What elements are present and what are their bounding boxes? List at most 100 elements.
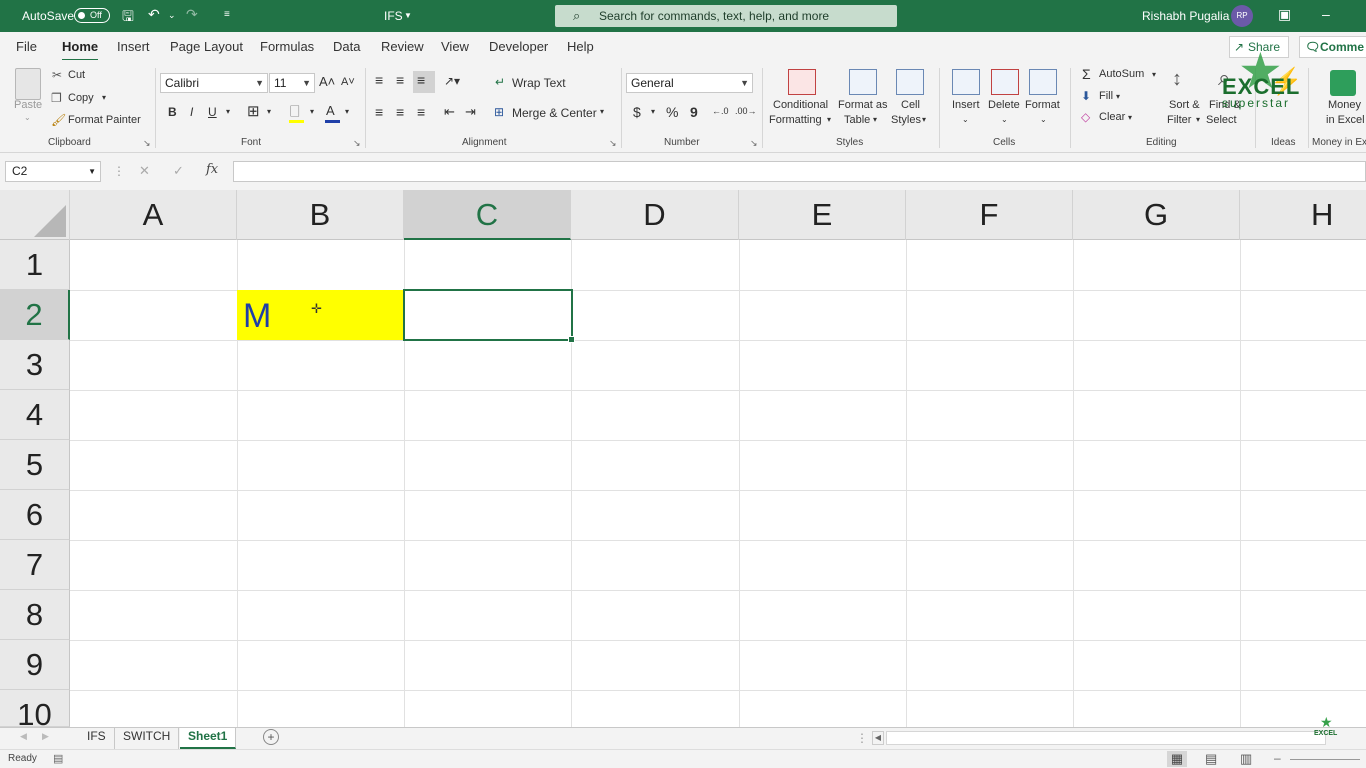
- column-header-e[interactable]: E: [739, 190, 906, 240]
- format-as-table-line2[interactable]: Table: [844, 114, 870, 126]
- paste-button[interactable]: Paste: [14, 99, 42, 111]
- decrease-font-icon[interactable]: A˅: [341, 76, 355, 88]
- format-painter-button[interactable]: Format Painter: [68, 114, 141, 126]
- chevron-down-icon[interactable]: ▾: [827, 115, 831, 124]
- tab-review[interactable]: Review: [381, 39, 424, 54]
- row-header-7[interactable]: 7: [0, 540, 70, 590]
- alignment-launcher-icon[interactable]: ↘: [609, 138, 617, 149]
- row-header-1[interactable]: 1: [0, 240, 70, 290]
- copy-button[interactable]: Copy: [68, 92, 94, 104]
- italic-button[interactable]: I: [190, 105, 193, 119]
- merge-dropdown-icon[interactable]: ▾: [600, 107, 604, 116]
- row-header-4[interactable]: 4: [0, 390, 70, 440]
- insert-function-icon[interactable]: fx: [206, 162, 218, 177]
- save-icon[interactable]: 🖫: [122, 6, 134, 30]
- currency-dropdown-icon[interactable]: ▾: [651, 107, 655, 116]
- conditional-formatting-line2[interactable]: Formatting: [769, 114, 822, 126]
- align-center-icon[interactable]: ≡: [396, 104, 404, 120]
- user-name[interactable]: Rishabh Pugalia: [1142, 9, 1229, 23]
- chevron-down-icon[interactable]: ▾: [1196, 115, 1200, 124]
- formula-input[interactable]: [233, 161, 1366, 182]
- bold-button[interactable]: B: [168, 105, 177, 119]
- chevron-down-icon[interactable]: ⌄: [1040, 115, 1047, 124]
- add-sheet-button[interactable]: +: [263, 729, 279, 745]
- borders-dropdown-icon[interactable]: ▾: [267, 107, 271, 116]
- tab-insert[interactable]: Insert: [117, 39, 150, 54]
- money-line1[interactable]: Money: [1328, 99, 1361, 111]
- autosave-toggle[interactable]: Off: [74, 8, 110, 23]
- undo-icon[interactable]: ↶: [148, 6, 160, 23]
- number-launcher-icon[interactable]: ↘: [750, 138, 758, 149]
- increase-font-icon[interactable]: A˄: [319, 74, 335, 89]
- avatar[interactable]: RP: [1231, 5, 1253, 27]
- row-header-2[interactable]: 2: [0, 290, 70, 340]
- row-header-9[interactable]: 9: [0, 640, 70, 690]
- column-header-h[interactable]: H: [1240, 190, 1366, 240]
- chevron-down-icon[interactable]: ▾: [1128, 113, 1132, 122]
- underline-dropdown-icon[interactable]: ▾: [226, 107, 230, 116]
- row-header-3[interactable]: 3: [0, 340, 70, 390]
- splitter-icon[interactable]: ⋮: [856, 731, 868, 745]
- font-color-icon[interactable]: A: [326, 103, 335, 118]
- tab-page-layout[interactable]: Page Layout: [170, 39, 243, 54]
- align-left-icon[interactable]: ≡: [375, 104, 383, 120]
- chevron-down-icon[interactable]: ⌄: [1001, 115, 1008, 124]
- autosum-button[interactable]: AutoSum: [1099, 68, 1144, 80]
- merge-center-button[interactable]: Merge & Center: [512, 106, 597, 120]
- copy-dropdown-icon[interactable]: ▾: [102, 93, 106, 102]
- orientation-icon[interactable]: ↗▾: [444, 74, 460, 88]
- font-color-dropdown-icon[interactable]: ▾: [345, 107, 349, 116]
- increase-decimal-icon[interactable]: ←.0: [712, 106, 729, 116]
- cut-button[interactable]: Cut: [68, 69, 85, 81]
- align-middle-icon[interactable]: ≡: [396, 72, 404, 88]
- cell-styles-line2[interactable]: Styles: [891, 114, 921, 126]
- borders-icon[interactable]: ⊞: [247, 102, 260, 120]
- fill-button[interactable]: Fill: [1099, 90, 1113, 102]
- sort-filter-line2[interactable]: Filter: [1167, 114, 1191, 126]
- search-box[interactable]: ⌕ Search for commands, text, help, and m…: [555, 5, 897, 27]
- redo-icon[interactable]: ↷: [186, 6, 198, 23]
- money-line2[interactable]: in Excel: [1326, 114, 1365, 126]
- row-header-6[interactable]: 6: [0, 490, 70, 540]
- tab-help[interactable]: Help: [567, 39, 594, 54]
- percent-button[interactable]: %: [666, 104, 678, 120]
- chevron-down-icon[interactable]: ⌄: [962, 115, 969, 124]
- row-header-5[interactable]: 5: [0, 440, 70, 490]
- delete-cells-button[interactable]: Delete: [988, 99, 1020, 111]
- column-header-b[interactable]: B: [237, 190, 404, 240]
- find-select-line2[interactable]: Select: [1206, 114, 1237, 126]
- paste-dropdown-icon[interactable]: ⌄: [24, 113, 31, 122]
- minimize-icon[interactable]: –: [1322, 6, 1330, 22]
- align-right-icon[interactable]: ≡: [417, 104, 425, 120]
- clear-button[interactable]: Clear: [1099, 111, 1125, 123]
- column-header-c[interactable]: C: [404, 190, 571, 240]
- chevron-down-icon[interactable]: ▾: [1116, 92, 1120, 101]
- chevron-down-icon[interactable]: ▾: [1152, 70, 1156, 79]
- decrease-decimal-icon[interactable]: .00→: [735, 106, 757, 116]
- horizontal-scrollbar[interactable]: [886, 731, 1326, 745]
- number-format-combo[interactable]: General ▼: [626, 73, 753, 93]
- wrap-text-button[interactable]: Wrap Text: [512, 76, 566, 90]
- enter-icon[interactable]: ✓: [173, 163, 184, 179]
- fill-color-dropdown-icon[interactable]: ▾: [310, 107, 314, 116]
- comments-button[interactable]: 🗨 Comme: [1299, 36, 1366, 58]
- scroll-left-icon[interactable]: ◀: [872, 731, 884, 745]
- cancel-icon[interactable]: ✕: [139, 163, 150, 179]
- macro-record-icon[interactable]: ▤: [53, 752, 63, 765]
- page-break-view-icon[interactable]: ▥: [1240, 751, 1252, 767]
- sheet-tab-switch[interactable]: SWITCH: [115, 728, 180, 749]
- select-all-corner[interactable]: [0, 190, 70, 240]
- tab-view[interactable]: View: [441, 39, 469, 54]
- column-header-f[interactable]: F: [906, 190, 1073, 240]
- customize-toolbar-icon[interactable]: ≡: [224, 9, 230, 20]
- cell-styles-line1[interactable]: Cell: [901, 99, 920, 111]
- sheet-tab-ifs[interactable]: IFS: [79, 728, 115, 749]
- clipboard-launcher-icon[interactable]: ↘: [143, 138, 151, 149]
- sort-filter-line1[interactable]: Sort &: [1169, 99, 1200, 111]
- column-header-g[interactable]: G: [1073, 190, 1240, 240]
- undo-dropdown-icon[interactable]: ⌄: [168, 10, 176, 21]
- tab-developer[interactable]: Developer: [489, 39, 548, 54]
- align-top-icon[interactable]: ≡: [375, 72, 383, 88]
- tab-file[interactable]: File: [16, 39, 37, 54]
- format-cells-button[interactable]: Format: [1025, 99, 1060, 111]
